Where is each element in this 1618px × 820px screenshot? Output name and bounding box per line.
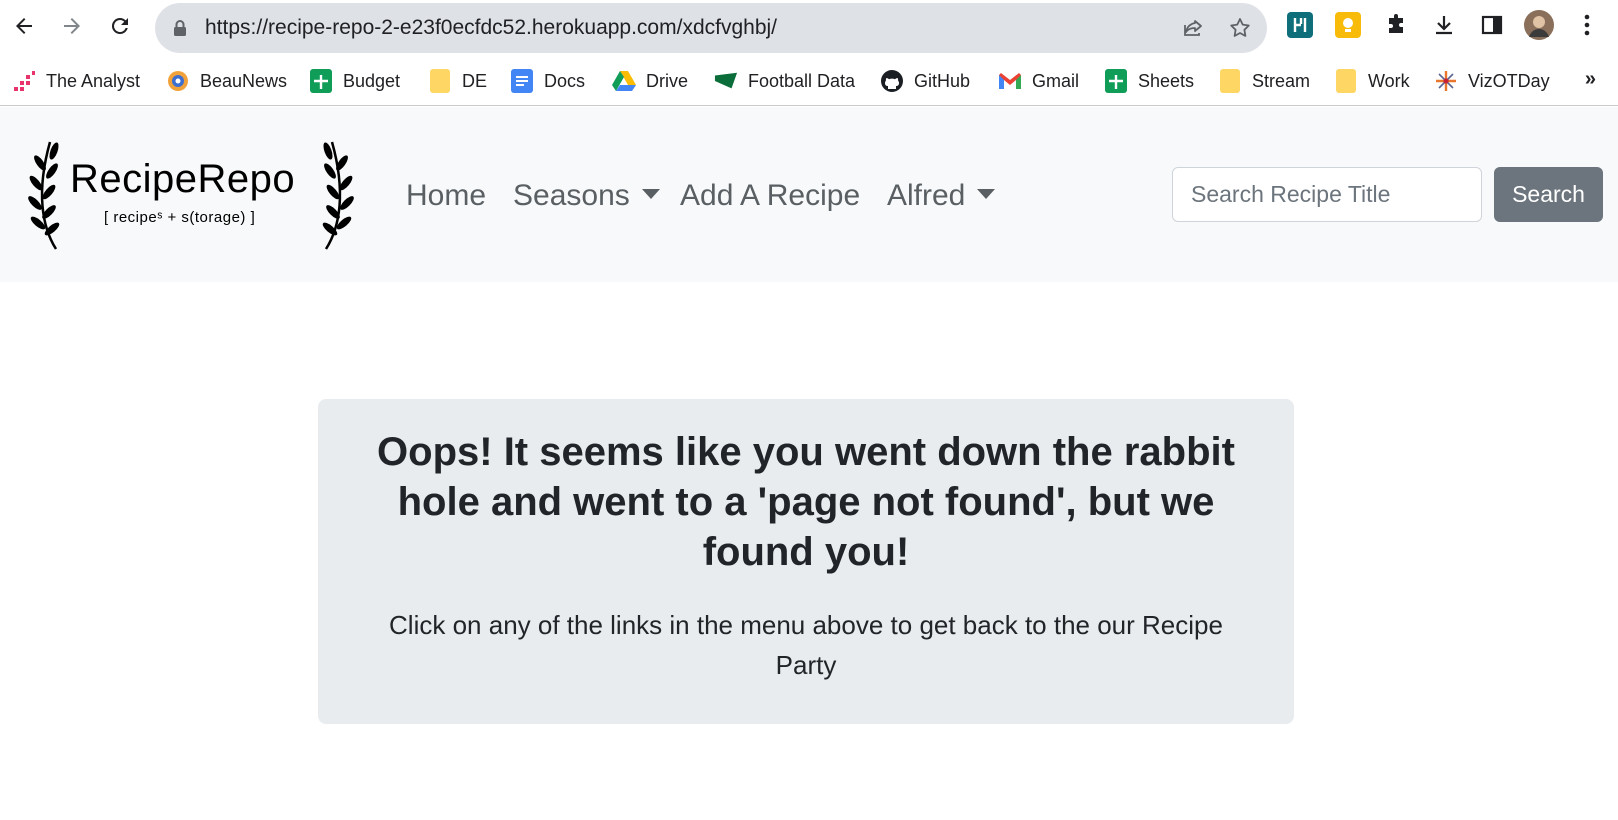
nav-home[interactable]: Home <box>406 179 486 213</box>
bookmark-football-data[interactable]: Football Data <box>714 66 855 96</box>
folder-icon <box>1218 69 1242 93</box>
bookmark-beaunews[interactable]: BeauNews <box>166 66 287 96</box>
folder-icon <box>428 69 452 93</box>
not-found-heading: Oops! It seems like you went down the ra… <box>377 430 1235 574</box>
bookmark-label: Budget <box>343 70 401 91</box>
profile-avatar[interactable] <box>1524 10 1554 40</box>
bookmark-label: GitHub <box>914 70 971 91</box>
bookmark-de[interactable]: DE <box>428 66 487 96</box>
bookmark-label: Drive <box>646 70 689 91</box>
chrome-menu-icon[interactable] <box>1572 10 1602 40</box>
caret-down-icon <box>641 189 660 199</box>
not-found-message: Click on any of the links in the menu ab… <box>389 610 1223 680</box>
nav-user-label: Alfred <box>887 179 966 212</box>
bookmark-label: BeauNews <box>200 70 288 91</box>
site-navbar: RecipeRepo [ recipeˢ + s(torage) ] Home … <box>0 107 1618 282</box>
search-button[interactable]: Search <box>1494 167 1603 222</box>
bookmark-label: DE <box>462 70 488 91</box>
more-bookmarks-chevron-icon[interactable]: » <box>1585 68 1596 91</box>
bookmark-gmail[interactable]: Gmail <box>998 66 1079 96</box>
bookmark-budget[interactable]: Budget <box>309 66 400 96</box>
extension-teal-icon[interactable] <box>1285 10 1315 40</box>
lock-icon <box>174 20 186 36</box>
brand-subtitle: [ recipeˢ + s(torage) ] <box>104 209 256 226</box>
extensions-puzzle-icon[interactable] <box>1381 10 1411 40</box>
nav-user-dropdown[interactable]: Alfred <box>887 179 996 213</box>
github-icon <box>880 69 904 93</box>
not-found-card: Oops! It seems like you went down the ra… <box>318 399 1294 724</box>
sheets-icon <box>1104 69 1128 93</box>
bookmark-docs[interactable]: Docs <box>510 66 585 96</box>
bookmark-label: VizOTDay <box>1468 70 1550 91</box>
bookmark-work[interactable]: Work <box>1334 66 1410 96</box>
caret-down-icon <box>977 189 996 199</box>
bookmark-github[interactable]: GitHub <box>880 66 970 96</box>
bookmarks-bar: The Analyst BeauNews Budget DE Docs Driv… <box>0 56 1618 106</box>
share-icon[interactable] <box>1180 15 1206 41</box>
nav-seasons-label: Seasons <box>513 179 630 212</box>
search-input[interactable] <box>1172 167 1482 222</box>
side-panel-icon[interactable] <box>1477 10 1507 40</box>
bookmark-the-analyst[interactable]: The Analyst <box>12 66 140 96</box>
bookmark-stream[interactable]: Stream <box>1218 66 1310 96</box>
laurel-left-icon <box>28 141 60 250</box>
bookmark-label: Gmail <box>1032 70 1080 91</box>
address-bar[interactable]: https://recipe-repo-2-e23f0ecfdc52.herok… <box>155 3 1267 53</box>
drive-icon <box>612 69 636 93</box>
sheets-icon <box>309 69 333 93</box>
bookmark-label: Football Data <box>748 70 856 91</box>
bookmark-label: Docs <box>544 70 586 91</box>
url-text[interactable]: https://recipe-repo-2-e23f0ecfdc52.herok… <box>205 16 777 40</box>
bookmark-star-icon[interactable] <box>1227 15 1253 41</box>
bookmark-label: Stream <box>1252 70 1311 91</box>
tableau-icon <box>1434 69 1458 93</box>
bookmark-sheets[interactable]: Sheets <box>1104 66 1194 96</box>
reload-icon <box>111 17 128 34</box>
docs-icon <box>510 69 534 93</box>
brand-logo[interactable]: RecipeRepo [ recipeˢ + s(torage) ] <box>28 137 354 252</box>
football-data-icon <box>714 69 738 93</box>
bookmark-vizotday[interactable]: VizOTDay <box>1434 66 1550 96</box>
keep-notes-icon[interactable] <box>1333 10 1363 40</box>
download-icon[interactable] <box>1429 10 1459 40</box>
back-arrow-icon <box>16 18 32 34</box>
bookmark-label: Sheets <box>1138 70 1195 91</box>
forward-arrow-icon <box>64 18 80 34</box>
browser-toolbar: https://recipe-repo-2-e23f0ecfdc52.herok… <box>0 0 1618 56</box>
nav-add-recipe[interactable]: Add A Recipe <box>680 179 860 213</box>
laurel-right-icon <box>322 141 354 250</box>
nav-seasons-dropdown[interactable]: Seasons <box>513 179 660 213</box>
bookmark-label: The Analyst <box>46 70 141 91</box>
bookmark-drive[interactable]: Drive <box>612 66 688 96</box>
folder-icon <box>1334 69 1358 93</box>
brand-title: RecipeRepo <box>70 157 296 201</box>
analyst-icon <box>12 69 36 93</box>
back-button[interactable] <box>6 8 42 44</box>
forward-button[interactable] <box>54 8 90 44</box>
reload-button[interactable] <box>102 8 138 44</box>
beaunews-icon <box>166 69 190 93</box>
gmail-icon <box>998 69 1022 93</box>
bookmark-label: Work <box>1368 70 1410 91</box>
